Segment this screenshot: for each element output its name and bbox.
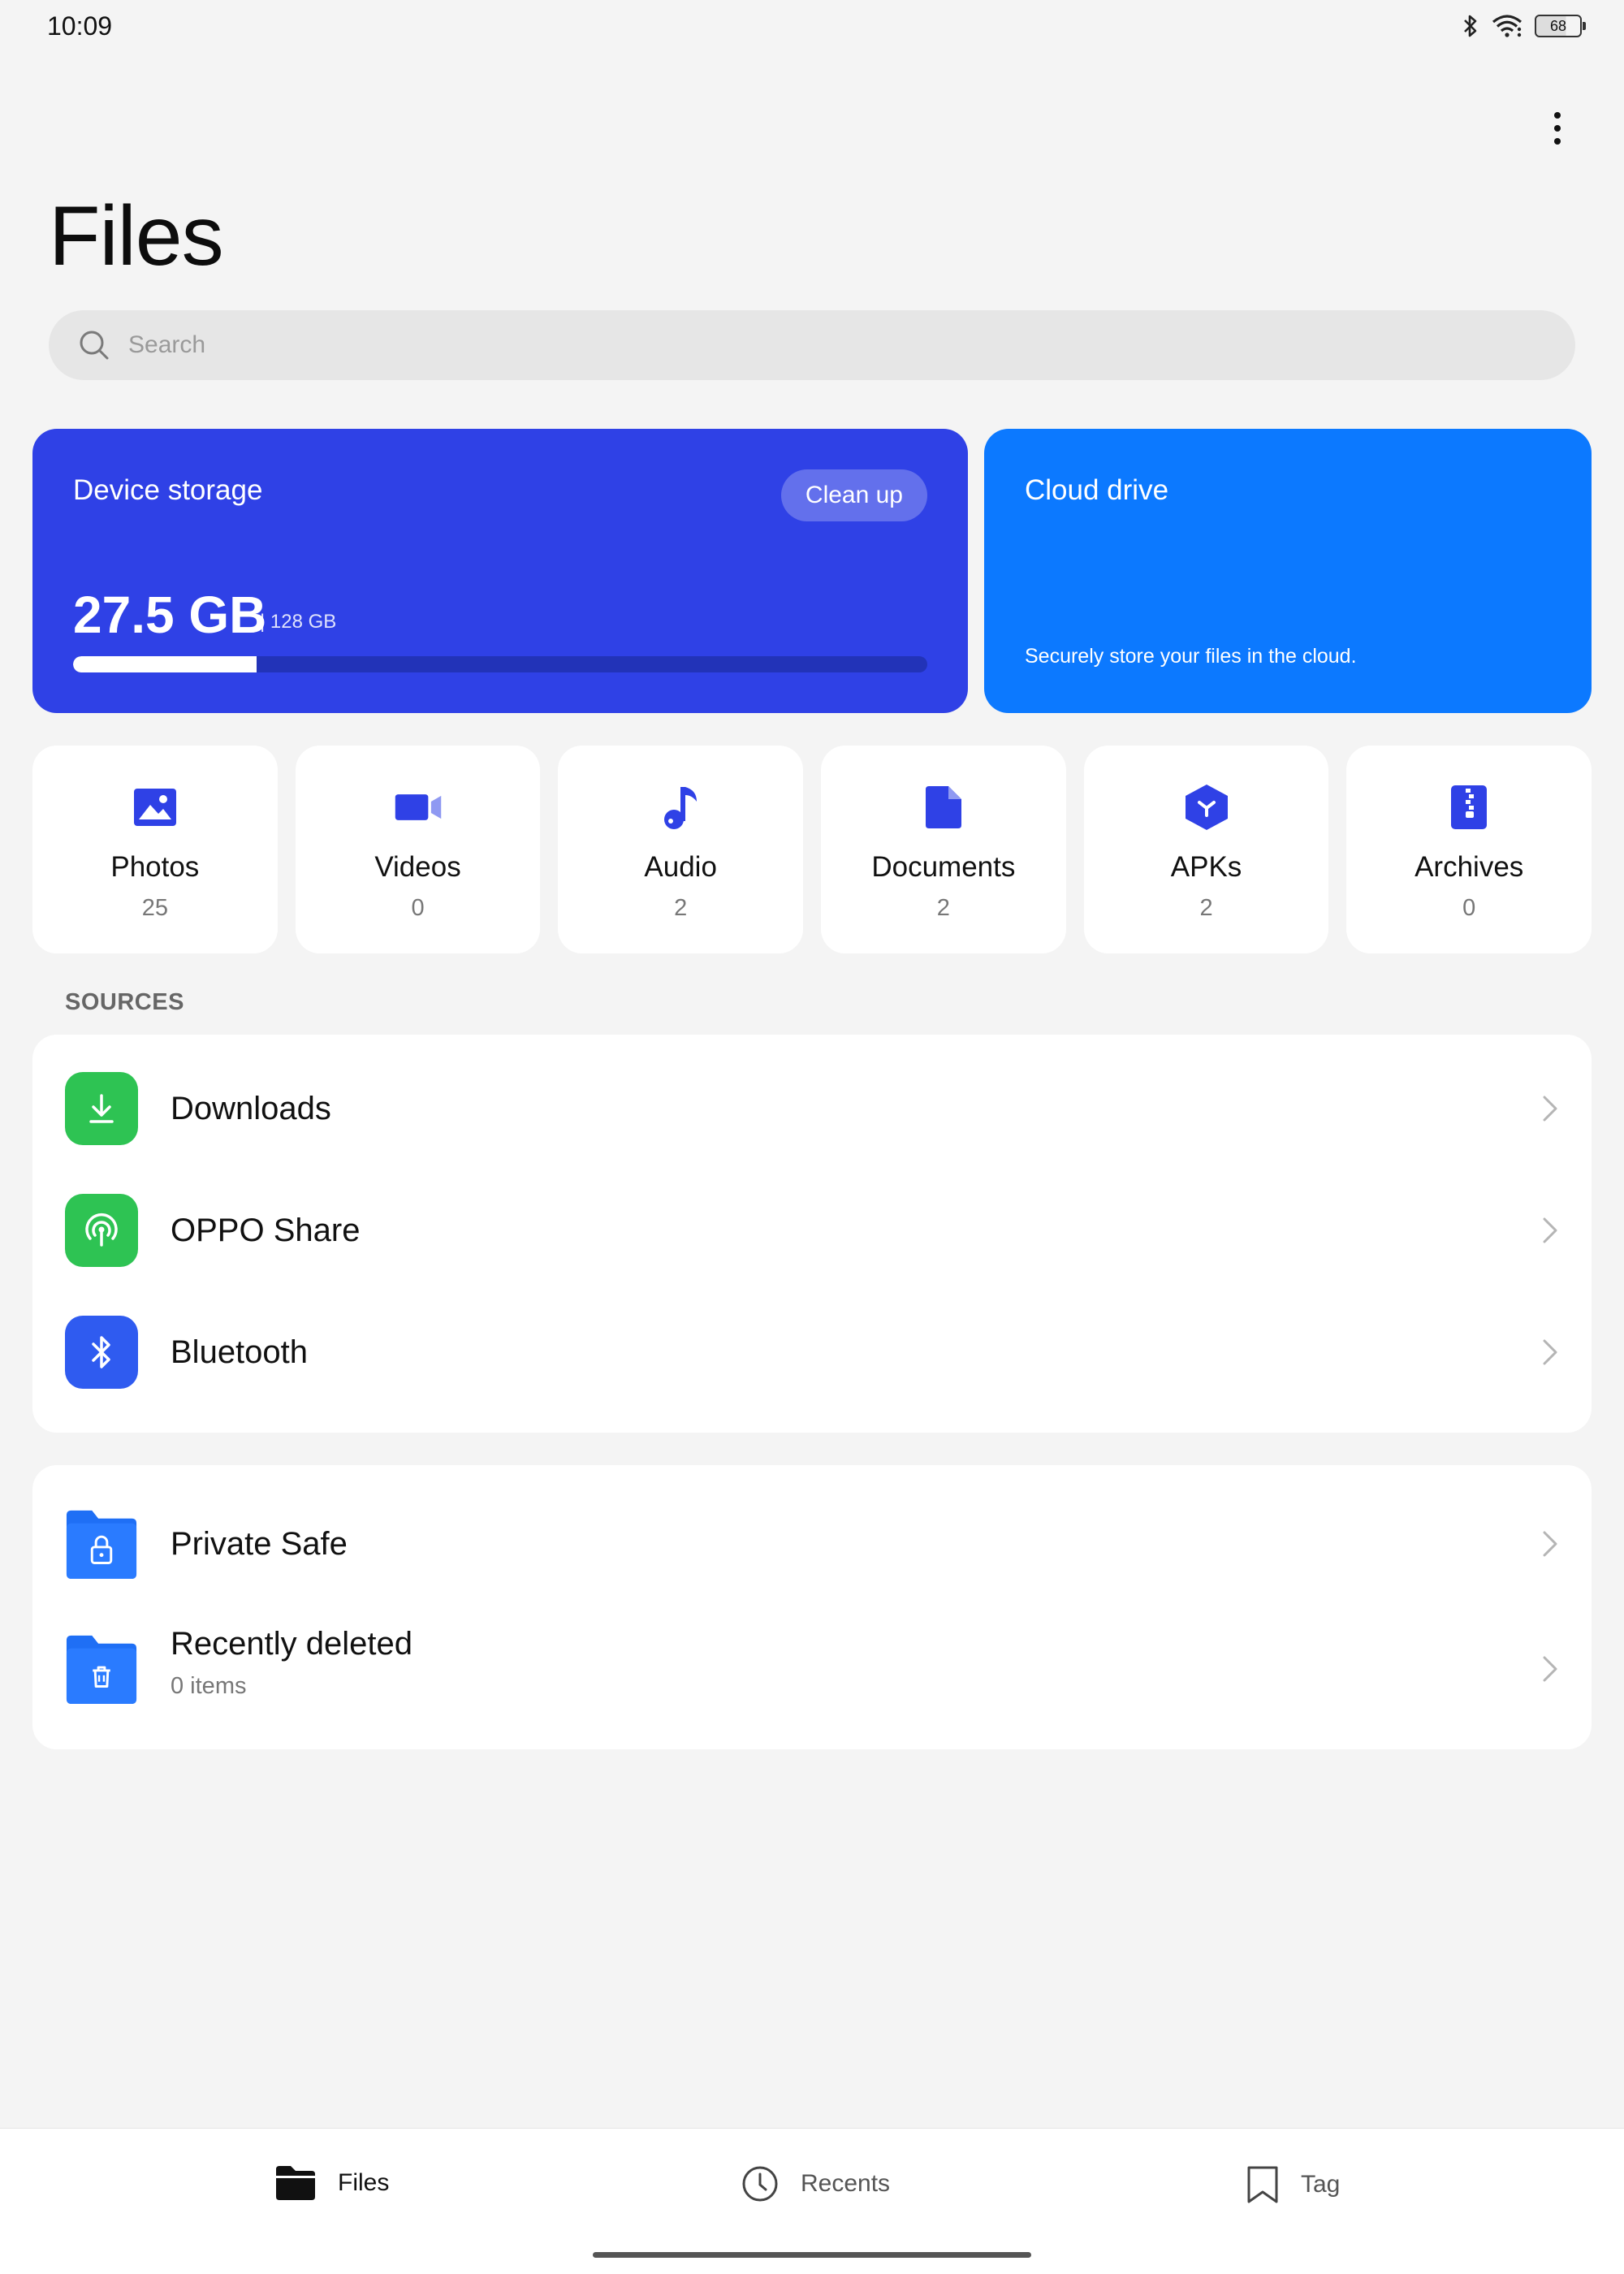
trash-folder-icon — [65, 1632, 138, 1706]
source-label: Downloads — [171, 1090, 331, 1126]
category-photos[interactable]: Photos 25 — [32, 746, 278, 953]
more-dot — [1554, 138, 1561, 145]
misc-list: Private Safe Recently deleted 0 items — [32, 1465, 1592, 1749]
battery-level: 68 — [1549, 17, 1567, 34]
category-label: Videos — [374, 851, 461, 883]
nav-label: Recents — [801, 2170, 891, 2197]
chevron-right-icon — [1543, 1531, 1557, 1557]
recently-deleted-count: 0 items — [171, 1673, 247, 1699]
private-safe-icon — [65, 1507, 138, 1580]
status-time: 10:09 — [47, 11, 113, 41]
source-label: Bluetooth — [171, 1334, 309, 1370]
sources-header: SOURCES — [65, 989, 184, 1015]
download-icon — [65, 1072, 138, 1145]
category-label: APKs — [1170, 851, 1242, 883]
source-label: OPPO Share — [171, 1212, 361, 1248]
wifi-icon — [1492, 15, 1522, 37]
bluetooth-status-icon — [1464, 15, 1477, 37]
category-archives[interactable]: Archives 0 — [1346, 746, 1592, 953]
category-grid: Photos 25 Videos 0 Audio 2 Documents 2 A… — [32, 746, 1592, 953]
category-label: Photos — [110, 851, 200, 883]
category-count: 2 — [1199, 895, 1213, 921]
page-title: Files — [49, 189, 224, 283]
chevron-right-icon — [1543, 1339, 1557, 1365]
search-icon — [80, 331, 109, 360]
recently-deleted-label: Recently deleted — [171, 1626, 412, 1662]
category-apks[interactable]: APKs 2 — [1083, 746, 1329, 953]
total-storage: | 128 GB — [260, 611, 337, 633]
category-label: Audio — [644, 851, 717, 883]
chevron-right-icon — [1543, 1656, 1557, 1682]
device-storage-card[interactable]: Device storage Clean up 27.5 GB | 128 GB — [32, 429, 968, 713]
category-videos[interactable]: Videos 0 — [295, 746, 541, 953]
chevron-right-icon — [1543, 1096, 1557, 1122]
more-options-button[interactable] — [1541, 106, 1574, 151]
category-count: 25 — [141, 895, 168, 921]
category-count: 2 — [936, 895, 950, 921]
archive-icon — [1445, 783, 1493, 832]
status-icons: 68 — [1462, 10, 1586, 42]
photo-icon — [131, 783, 179, 832]
cloud-drive-card[interactable]: Cloud drive Securely store your files in… — [984, 429, 1592, 713]
category-audio[interactable]: Audio 2 — [558, 746, 804, 953]
bluetooth-icon — [65, 1316, 138, 1389]
storage-progress-bar — [73, 656, 927, 672]
oppo-share-icon — [65, 1194, 138, 1267]
nav-files[interactable]: Files — [274, 2164, 389, 2202]
category-documents[interactable]: Documents 2 — [821, 746, 1066, 953]
device-storage-title: Device storage — [73, 474, 263, 506]
category-count: 0 — [411, 895, 425, 921]
category-label: Documents — [871, 851, 1016, 883]
document-icon — [919, 783, 968, 832]
more-vertical-icon — [1554, 112, 1561, 119]
search-input[interactable] — [128, 331, 1509, 359]
sources-list: Downloads OPPO Share Bluetooth — [32, 1035, 1592, 1433]
nav-label: Tag — [1301, 2171, 1341, 2198]
cloud-drive-description: Securely store your files in the cloud. — [1025, 645, 1357, 668]
music-note-icon — [656, 783, 705, 832]
video-icon — [394, 783, 443, 832]
category-count: 0 — [1462, 895, 1476, 921]
battery-icon: 68 — [1535, 15, 1586, 37]
private-safe-row[interactable]: Private Safe — [32, 1507, 1592, 1580]
recently-deleted-row[interactable]: Recently deleted 0 items — [32, 1626, 1592, 1706]
folder-icon — [276, 2166, 315, 2200]
apk-icon — [1182, 783, 1231, 832]
storage-progress-fill — [73, 656, 257, 672]
search-bar[interactable] — [49, 310, 1575, 380]
cloud-drive-title: Cloud drive — [1025, 474, 1169, 506]
category-label: Archives — [1415, 851, 1524, 883]
chevron-right-icon — [1543, 1217, 1557, 1243]
private-safe-label: Private Safe — [171, 1525, 348, 1562]
nav-label: Files — [338, 2169, 390, 2196]
source-downloads[interactable]: Downloads — [32, 1072, 1592, 1145]
clock-icon — [742, 2166, 778, 2202]
source-bluetooth[interactable]: Bluetooth — [32, 1316, 1592, 1389]
bookmark-icon — [1247, 2166, 1278, 2203]
clean-up-button[interactable]: Clean up — [780, 469, 927, 521]
category-count: 2 — [674, 895, 688, 921]
nav-tag[interactable]: Tag — [1246, 2164, 1340, 2205]
more-dot — [1554, 125, 1561, 132]
source-oppo-share[interactable]: OPPO Share — [32, 1194, 1592, 1267]
home-indicator[interactable] — [593, 2252, 1031, 2258]
nav-recents[interactable]: Recents — [741, 2164, 890, 2203]
used-storage: 27.5 GB — [73, 586, 267, 644]
